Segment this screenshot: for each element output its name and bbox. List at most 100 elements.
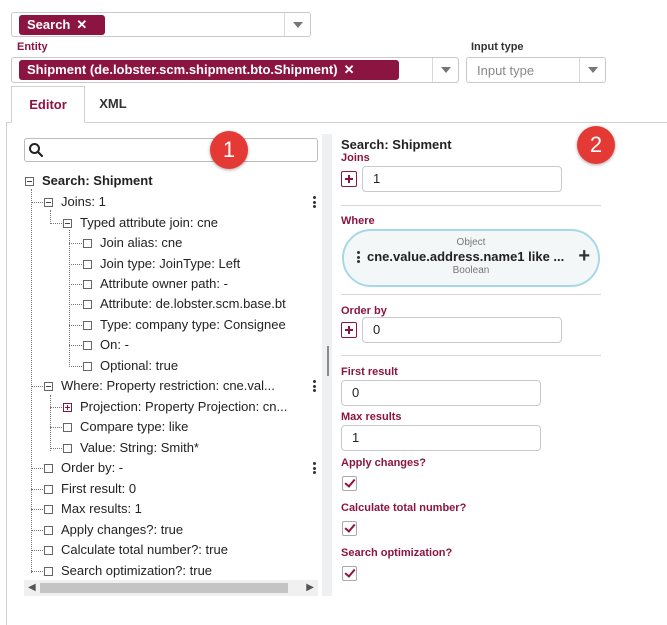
tree-node-attr-owner-path[interactable]: Attribute owner path: -: [83, 275, 228, 293]
search-opt-checkbox[interactable]: [342, 566, 357, 581]
tree-connector: [69, 325, 82, 326]
tree-node-label: Projection: Property Projection: cn...: [80, 399, 288, 414]
tree-node-calc-total[interactable]: Calculate total number?: true: [44, 541, 228, 559]
tree-node-label: Joins: 1: [61, 194, 106, 209]
tree-search-input[interactable]: [24, 138, 318, 162]
order-by-field[interactable]: 0: [362, 317, 562, 343]
tree-node-label: Order by: -: [61, 460, 124, 475]
collapse-icon[interactable]: [25, 177, 34, 186]
add-join-icon[interactable]: [341, 171, 357, 187]
leaf-node-icon: [44, 567, 53, 576]
splitter-grip[interactable]: [327, 346, 329, 376]
calc-total-checkbox[interactable]: [342, 521, 357, 536]
tree-node-projection[interactable]: Projection: Property Projection: cn...: [63, 398, 319, 416]
kebab-menu-icon[interactable]: [313, 380, 316, 394]
scrollbar-thumb[interactable]: [40, 583, 288, 593]
tab-editor[interactable]: Editor: [11, 86, 85, 123]
tree-node-where[interactable]: Where: Property restriction: cne.val...: [44, 377, 310, 395]
entity-dropdown-button[interactable]: [432, 58, 458, 82]
search-opt-label: Search optimization?: [341, 547, 453, 559]
tree-node-order-by[interactable]: Order by: -: [44, 459, 123, 477]
tree-connector: [31, 550, 43, 551]
apply-changes-checkbox[interactable]: [342, 476, 357, 491]
max-results-field[interactable]: 1: [341, 425, 541, 451]
tree-connector: [50, 210, 51, 224]
tree-node-label: Typed attribute join: cne: [80, 215, 219, 230]
tree-node-joins[interactable]: Joins: 1: [44, 193, 106, 211]
tree-node-compare-type[interactable]: Compare type: like: [63, 418, 188, 436]
tree-node-label: Search optimization?: true: [61, 563, 213, 578]
tree-node-join-type[interactable]: Join type: JoinType: Left: [83, 255, 240, 273]
tree-node-label: Apply changes?: true: [61, 522, 184, 537]
input-type-dropdown-button[interactable]: [579, 58, 605, 82]
tree-node-attribute[interactable]: Attribute: de.lobster.scm.base.bt: [83, 295, 319, 313]
tree-node-label: Join type: JoinType: Left: [100, 256, 241, 271]
tree-connector: [31, 571, 43, 572]
where-type-label: Boolean: [452, 265, 490, 276]
search-icon: [29, 143, 44, 158]
where-expression-pill[interactable]: Object cne.value.address.name1 like ... …: [342, 229, 600, 287]
tree-connector: [69, 243, 82, 244]
collapse-icon[interactable]: [44, 198, 53, 207]
entity-chip-label: Shipment (de.lobster.scm.shipment.bto.Sh…: [27, 62, 338, 77]
tree-node-typed-join[interactable]: Typed attribute join: cne: [63, 214, 218, 232]
tree-node-type[interactable]: Type: company type: Consignee: [83, 316, 319, 334]
tree-connector: [69, 304, 82, 305]
input-type-combo[interactable]: Input type: [466, 57, 606, 83]
tree-node-max-results[interactable]: Max results: 1: [44, 500, 142, 518]
tree-node-label: On: -: [100, 337, 129, 352]
tree-node-label: Attribute owner path: -: [100, 276, 228, 291]
search-type-dropdown-button[interactable]: [284, 13, 310, 36]
tree-connector: [50, 427, 62, 428]
tree-connector: [69, 230, 70, 367]
collapse-icon[interactable]: [63, 219, 72, 228]
chevron-down-icon: [587, 67, 598, 73]
tree-node-value[interactable]: Value: String: Smith*: [63, 439, 199, 457]
max-results-label: Max results: [341, 411, 402, 423]
tree-connector: [69, 345, 82, 346]
tree-node-root[interactable]: Search: Shipment: [25, 172, 153, 190]
tree-connector: [31, 468, 43, 469]
tree-node-label: First result: 0: [61, 481, 137, 496]
tree-horizontal-scrollbar[interactable]: ◀ ▶: [24, 580, 318, 596]
tree-connector: [50, 223, 62, 224]
annotation-badge-1: 1: [210, 131, 248, 169]
tree-node-on[interactable]: On: -: [83, 336, 129, 354]
tree-node-label: Value: String: Smith*: [80, 440, 199, 455]
joins-field[interactable]: 1: [362, 166, 562, 192]
kebab-menu-icon[interactable]: [313, 196, 316, 210]
tree-node-apply-changes[interactable]: Apply changes?: true: [44, 521, 183, 539]
tree-node-join-alias[interactable]: Join alias: cne: [83, 234, 182, 252]
first-result-field[interactable]: 0: [341, 380, 541, 406]
add-order-icon[interactable]: [341, 322, 357, 338]
joins-label: Joins: [341, 152, 370, 164]
collapse-icon[interactable]: [44, 382, 53, 391]
tree-node-first-result[interactable]: First result: 0: [44, 480, 136, 498]
tree-node-optional[interactable]: Optional: true: [83, 357, 178, 375]
search-chip-remove-icon[interactable]: ✕: [76, 17, 87, 32]
entity-chip: Shipment (de.lobster.scm.shipment.bto.Sh…: [19, 60, 399, 80]
expand-icon[interactable]: [63, 403, 72, 412]
tree-connector: [69, 366, 82, 367]
calc-total-label: Calculate total number?: [341, 502, 467, 514]
tree-connector: [50, 448, 62, 449]
tree-connector: [31, 509, 43, 510]
leaf-node-icon: [44, 485, 53, 494]
tree-connector: [31, 489, 43, 490]
entity-chip-remove-icon[interactable]: ✕: [344, 62, 355, 77]
tree-node-label: Optional: true: [100, 358, 179, 373]
kebab-menu-icon[interactable]: [313, 462, 316, 476]
tree-node-label: Max results: 1: [61, 501, 142, 516]
leaf-node-icon: [83, 239, 92, 248]
scroll-left-icon[interactable]: ◀: [28, 582, 36, 593]
leaf-node-icon: [63, 444, 72, 453]
kebab-menu-icon[interactable]: [357, 251, 360, 265]
tree-node-search-opt[interactable]: Search optimization?: true: [44, 562, 212, 580]
tab-xml[interactable]: XML: [88, 86, 138, 123]
leaf-node-icon: [63, 423, 72, 432]
annotation-badge-2: 2: [577, 126, 615, 164]
panel-left-border: [6, 122, 7, 625]
scroll-right-icon[interactable]: ▶: [306, 582, 314, 593]
tree-node-label: Attribute: de.lobster.scm.base.bt: [100, 296, 286, 311]
leaf-node-icon: [83, 341, 92, 350]
